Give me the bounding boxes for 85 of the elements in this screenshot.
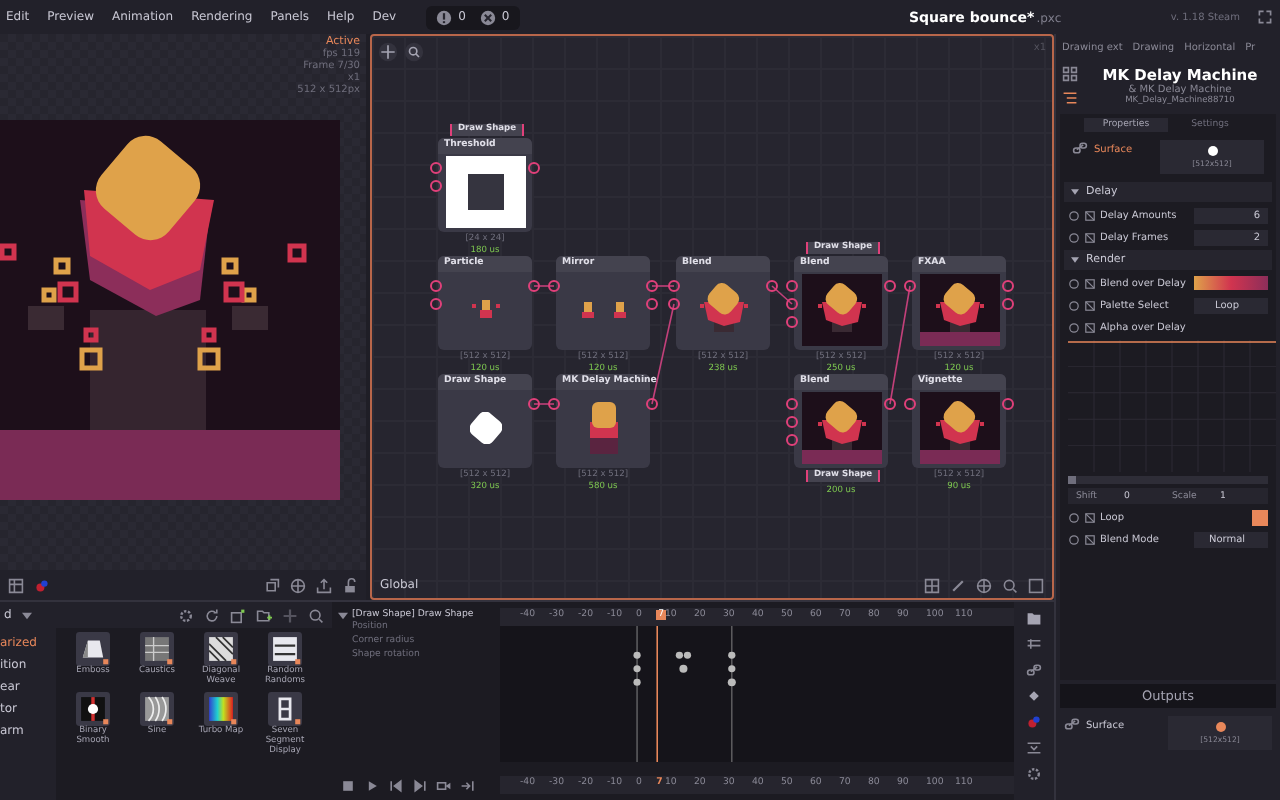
- link-off-icon[interactable]: [1084, 321, 1096, 333]
- connection-wire: [534, 284, 554, 288]
- input-port[interactable]: [904, 398, 916, 410]
- search-icon[interactable]: [1002, 577, 1018, 593]
- node-thumbnail: [469, 411, 501, 443]
- output-port[interactable]: [766, 280, 778, 292]
- connection-wire: [652, 284, 674, 288]
- output-port[interactable]: [884, 398, 896, 410]
- play-icon[interactable]: [364, 778, 380, 794]
- skip-end-icon[interactable]: [412, 778, 428, 794]
- error-icon: [479, 9, 496, 25]
- globe-icon[interactable]: [290, 577, 306, 593]
- grid-icon[interactable]: [1062, 66, 1078, 82]
- color-channels-icon[interactable]: [34, 577, 50, 593]
- link-off-icon[interactable]: [1084, 511, 1096, 523]
- connection-wire: [890, 284, 910, 406]
- pencil-icon[interactable]: [950, 577, 966, 593]
- export-icon[interactable]: [316, 577, 332, 593]
- node-preview-icon[interactable]: [204, 692, 238, 726]
- link-off-icon[interactable]: [1084, 299, 1096, 311]
- node-preview-icon[interactable]: [140, 692, 174, 726]
- node-thumbnail: [919, 392, 999, 464]
- fullscreen-icon[interactable]: [1258, 10, 1272, 24]
- node-thumbnail: [445, 156, 525, 228]
- output-port[interactable]: [646, 398, 658, 410]
- link-off-icon[interactable]: [1084, 277, 1096, 289]
- frame-icon[interactable]: [1028, 577, 1044, 593]
- checkbox[interactable]: [1252, 509, 1268, 525]
- node-preview-icon[interactable]: [204, 632, 238, 666]
- output-port[interactable]: [884, 280, 896, 292]
- link-icon[interactable]: [1064, 716, 1080, 732]
- connection-wire: [772, 284, 792, 306]
- list-icon[interactable]: [1062, 90, 1078, 106]
- grid-icon[interactable]: [8, 577, 24, 593]
- warning-icon: [436, 9, 453, 25]
- folder-icon[interactable]: [1026, 610, 1042, 626]
- settings-icon[interactable]: [178, 607, 194, 623]
- node-thumbnail: [801, 274, 881, 346]
- output-port[interactable]: [528, 162, 540, 174]
- input-port[interactable]: [548, 398, 560, 410]
- caret-icon[interactable]: [21, 611, 32, 619]
- search-icon[interactable]: [308, 607, 324, 623]
- new-window-icon[interactable]: [230, 607, 246, 623]
- skip-start-icon[interactable]: [388, 778, 404, 794]
- node-thumbnail: [469, 298, 501, 320]
- node-thumbnail: [801, 392, 881, 464]
- loop-icon[interactable]: [460, 778, 476, 794]
- add-folder-icon[interactable]: [256, 607, 272, 623]
- output-port[interactable]: [528, 398, 540, 410]
- input-port[interactable]: [904, 280, 916, 292]
- link-off-icon[interactable]: [1084, 209, 1096, 221]
- node-thumbnail: [919, 274, 999, 346]
- node-preview-icon[interactable]: [76, 692, 110, 726]
- timeline-icon[interactable]: [1026, 636, 1042, 652]
- node-thumbnail: [587, 399, 619, 455]
- node-preview-icon[interactable]: [140, 632, 174, 666]
- camera-icon[interactable]: [436, 778, 452, 794]
- link-icon[interactable]: [1026, 662, 1042, 678]
- node-preview-icon[interactable]: [268, 692, 302, 726]
- fit-icon[interactable]: [1026, 740, 1042, 756]
- node-preview-icon[interactable]: [268, 632, 302, 666]
- caret-down-icon[interactable]: [1070, 256, 1080, 264]
- node-preview-icon[interactable]: [76, 632, 110, 666]
- zoom-icon[interactable]: [404, 42, 424, 62]
- keyframe-icon[interactable]: [1026, 688, 1042, 704]
- refresh-icon[interactable]: [204, 607, 220, 623]
- output-port[interactable]: [528, 280, 540, 292]
- stop-icon[interactable]: [340, 778, 356, 794]
- input-port[interactable]: [548, 280, 560, 292]
- gradient-bar[interactable]: [1194, 276, 1268, 290]
- connection-wire: [534, 402, 554, 406]
- node-thumbnail: [579, 299, 627, 319]
- link-icon[interactable]: [1072, 140, 1088, 156]
- unlock-icon[interactable]: [342, 577, 358, 593]
- layers-icon[interactable]: [264, 577, 280, 593]
- link-off-icon[interactable]: [1084, 533, 1096, 545]
- caret-down-icon[interactable]: [1070, 188, 1080, 196]
- output-port[interactable]: [1002, 398, 1014, 410]
- color-channels-icon[interactable]: [1026, 714, 1042, 730]
- settings-icon[interactable]: [1026, 766, 1042, 782]
- link-off-icon[interactable]: [1084, 231, 1096, 243]
- globe-icon[interactable]: [976, 577, 992, 593]
- caret-icon[interactable]: [338, 611, 348, 619]
- move-icon[interactable]: [378, 42, 398, 62]
- grid-icon[interactable]: [924, 577, 940, 593]
